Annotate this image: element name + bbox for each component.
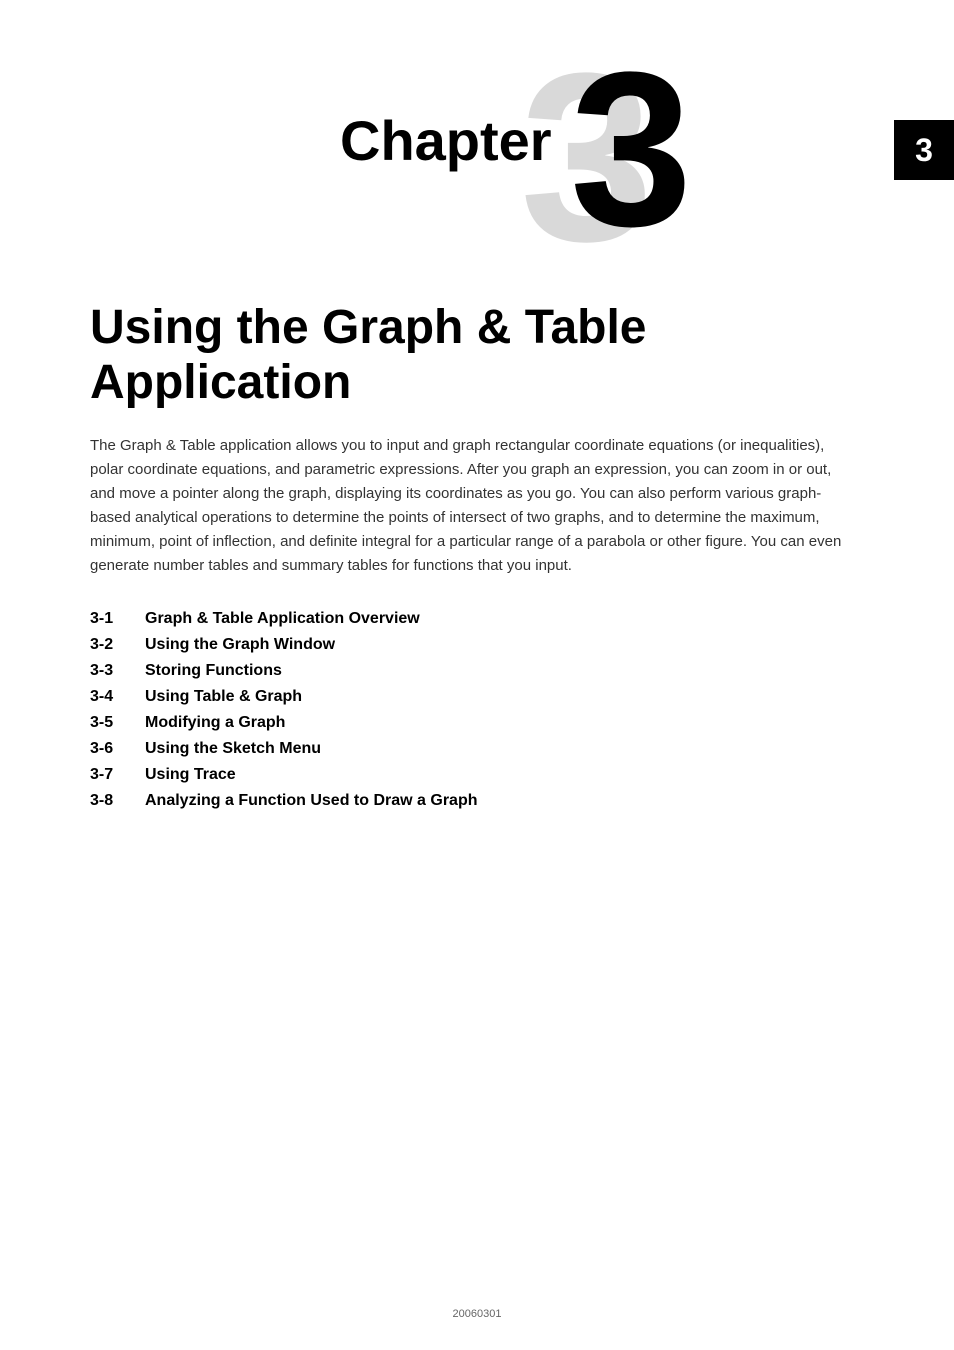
toc-label: Using the Sketch Menu [145, 740, 321, 758]
chapter-tab-number: 3 [915, 132, 933, 169]
toc-label: Using Trace [145, 766, 236, 784]
list-item: 3-4 Using Table & Graph [90, 688, 854, 706]
svg-text:Chapter: Chapter [340, 109, 552, 172]
list-item: 3-2 Using the Graph Window [90, 636, 854, 654]
toc-number: 3-3 [90, 662, 145, 680]
toc-number: 3-2 [90, 636, 145, 654]
table-of-contents: 3-1 Graph & Table Application Overview 3… [90, 610, 854, 810]
page: 3 3 Chapter 3 Using the Graph & Table Ap… [0, 0, 954, 1350]
toc-number: 3-1 [90, 610, 145, 628]
toc-label: Analyzing a Function Used to Draw a Grap… [145, 792, 477, 810]
content-area: Using the Graph & Table Application The … [0, 280, 954, 858]
toc-label: Storing Functions [145, 662, 282, 680]
toc-number: 3-4 [90, 688, 145, 706]
toc-label: Modifying a Graph [145, 714, 285, 732]
page-title: Using the Graph & Table Application [90, 300, 854, 410]
toc-number: 3-7 [90, 766, 145, 784]
chapter-description: The Graph & Table application allows you… [90, 434, 854, 578]
toc-label: Using the Graph Window [145, 636, 335, 654]
chapter-header: 3 3 Chapter 3 [0, 0, 954, 280]
toc-label: Using Table & Graph [145, 688, 302, 706]
list-item: 3-6 Using the Sketch Menu [90, 740, 854, 758]
list-item: 3-3 Storing Functions [90, 662, 854, 680]
title-line2: Application [90, 356, 351, 409]
svg-text:3: 3 [570, 26, 692, 272]
chapter-tab: 3 [894, 120, 954, 180]
title-line1: Using the Graph & Table [90, 301, 647, 354]
list-item: 3-8 Analyzing a Function Used to Draw a … [90, 792, 854, 810]
toc-number: 3-8 [90, 792, 145, 810]
list-item: 3-1 Graph & Table Application Overview [90, 610, 854, 628]
toc-number: 3-5 [90, 714, 145, 732]
list-item: 3-5 Modifying a Graph [90, 714, 854, 732]
toc-number: 3-6 [90, 740, 145, 758]
page-footer: 20060301 [0, 1308, 954, 1320]
chapter-graphic-svg: 3 3 Chapter [0, 0, 954, 280]
toc-label: Graph & Table Application Overview [145, 610, 420, 628]
list-item: 3-7 Using Trace [90, 766, 854, 784]
footer-text: 20060301 [453, 1308, 502, 1320]
